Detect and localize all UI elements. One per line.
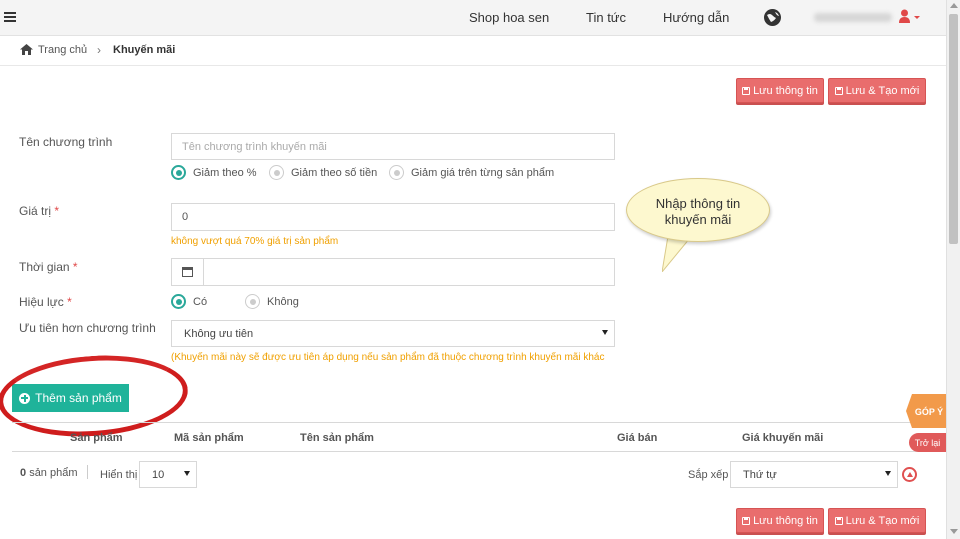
floppy-icon [742,516,751,525]
breadcrumb: Trang chủ › Khuyến mãi [0,36,946,66]
calendar-button[interactable] [172,259,204,285]
program-name-input[interactable]: Tên chương trình khuyến mãi [171,133,615,160]
page-scrollbar[interactable] [946,0,960,539]
radio-label: Giảm giá trên từng sản phẩm [411,166,555,179]
caret-down-icon [602,330,608,335]
col-sku: Mã sản phẩm [174,432,244,444]
top-navbar: Shop hoa sen Tin tức Hướng dẫn [0,0,946,36]
col-price: Giá bán [617,432,658,444]
sort-label: Sắp xếp [688,469,729,481]
add-product-button[interactable]: Thêm sản phẩm [12,384,129,412]
scroll-up-icon[interactable] [950,3,958,8]
callout-line-2: khuyến mãi [664,212,732,227]
callout-line-1: Nhập thông tin [655,196,741,211]
caret-down-icon [885,471,891,476]
sort-direction-icon[interactable] [902,467,917,482]
discount-type-percent[interactable]: Giảm theo % [171,165,257,180]
page-size-label: Hiển thị [100,469,138,481]
col-product: Sản phẩm [70,432,123,444]
time-label: Thời gian * [19,260,78,274]
user-name-blurred [814,13,892,22]
home-icon[interactable] [20,44,33,55]
priority-select[interactable]: Không ưu tiên [171,320,615,347]
radio-label: Có [193,295,208,308]
save-new-button-top[interactable]: Lưu & Tạo mới [828,78,926,103]
priority-hint: (Khuyến mãi này sẽ được ưu tiên áp dụng … [171,352,605,363]
discount-type-per-product[interactable]: Giảm giá trên từng sản phẩm [389,165,554,180]
breadcrumb-current: Khuyến mãi [113,44,176,56]
breadcrumb-separator: › [97,43,101,57]
sort-select-value: Thứ tự [743,469,777,481]
radio-checked-icon [171,165,186,180]
breadcrumb-home[interactable]: Trang chủ [38,44,87,56]
value-input[interactable]: 0 [171,203,615,231]
page-size-select[interactable]: 10 [139,461,197,488]
floppy-icon [834,86,843,95]
plus-circle-icon [19,392,31,404]
col-name: Tên sản phẩm [300,432,374,444]
save-button-bottom[interactable]: Lưu thông tin [736,508,824,533]
scroll-thumb[interactable] [949,14,958,244]
floppy-icon [742,86,751,95]
radio-unchecked-icon [389,165,404,180]
active-no[interactable]: Không [245,294,299,309]
callout-bubble: Nhập thông tin khuyến mãi [626,178,770,242]
scroll-down-icon[interactable] [950,529,958,534]
nav-shop[interactable]: Shop hoa sen [469,10,549,25]
sort-select[interactable]: Thứ tự [730,461,898,488]
radio-checked-icon [171,294,186,309]
radio-unchecked-icon [245,294,260,309]
calendar-icon [182,267,193,277]
col-promo-price: Giá khuyến mãi [742,432,824,444]
priority-select-value: Không ưu tiên [184,328,254,340]
active-yes[interactable]: Có [171,294,207,309]
save-button-label: Lưu thông tin [753,514,818,527]
globe-icon[interactable] [764,9,781,26]
footer-divider [87,465,88,479]
discount-type-amount[interactable]: Giảm theo số tiền [269,165,377,180]
menu-icon[interactable] [4,12,16,22]
save-button-label: Lưu thông tin [753,84,818,97]
active-label: Hiệu lực * [19,295,72,309]
value-hint: không vượt quá 70% giá trị sản phẩm [171,236,339,247]
time-input[interactable] [171,258,615,286]
save-new-button-label: Lưu & Tạo mới [845,84,920,97]
radio-label: Giảm theo số tiền [291,166,378,179]
radio-label: Giảm theo % [193,166,257,179]
save-new-button-bottom[interactable]: Lưu & Tạo mới [828,508,926,533]
page-size-value: 10 [152,469,165,481]
back-tab[interactable]: Trở lại [909,433,946,452]
feedback-label: GÓP Ý [915,406,943,417]
user-icon[interactable] [899,9,921,25]
priority-label: Ưu tiên hơn chương trình [19,321,156,335]
feedback-tab[interactable]: GÓP Ý [906,394,946,428]
nav-guide[interactable]: Hướng dẫn [663,10,729,25]
program-name-label: Tên chương trình [19,135,113,149]
radio-unchecked-icon [269,165,284,180]
nav-news[interactable]: Tin tức [586,10,626,25]
product-count: 0 sản phẩm [20,467,78,479]
add-product-label: Thêm sản phẩm [35,391,122,405]
floppy-icon [834,516,843,525]
value-label: Giá trị * [19,204,60,218]
save-button-top[interactable]: Lưu thông tin [736,78,824,103]
radio-label: Không [267,295,299,308]
products-table-header: Sản phẩm Mã sản phẩm Tên sản phẩm Giá bá… [12,422,918,452]
caret-down-icon [184,471,190,476]
save-new-button-label: Lưu & Tạo mới [845,514,920,527]
